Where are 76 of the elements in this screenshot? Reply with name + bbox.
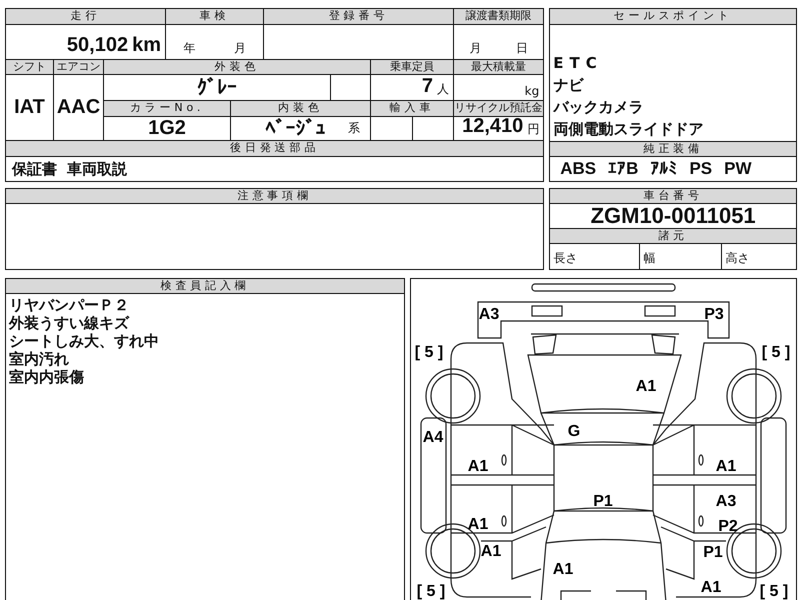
damage-code: A4 (422, 429, 444, 446)
column-header: 譲渡書類期限 (454, 9, 544, 24)
equipment-item: ABS (560, 159, 596, 179)
spec-label: 高さ (725, 250, 750, 267)
column-header: 輸入車 (371, 101, 453, 116)
column-header: 走行 (6, 9, 165, 24)
damage-code: A1 (700, 579, 722, 596)
sales-point: 両側電動スライドドア (553, 119, 704, 140)
damage-code: A1 (468, 458, 488, 475)
unit-label: km (132, 34, 161, 57)
recycling-deposit-value: 12,410 (462, 115, 524, 138)
interior-color-value: ﾍﾞｰｼﾞｭ (266, 116, 326, 140)
column-header: 後日発送部品 (6, 141, 544, 156)
part-item: 保証書 (12, 160, 57, 178)
equipment-item: ｴｱB (608, 159, 638, 179)
section-header: 純正装備 (550, 142, 796, 156)
damage-code: [ 5 ] (416, 583, 446, 600)
color-number-value: 1G2 (148, 117, 186, 140)
damage-code: P1 (593, 493, 613, 510)
damage-code: A1 (636, 378, 656, 395)
damage-code: A1 (480, 543, 502, 560)
column-header: シフト (6, 60, 53, 74)
unit-label: 日 (516, 40, 528, 57)
unit-label: 年 (183, 40, 196, 57)
damage-code: P3 (704, 306, 724, 323)
sales-point: ETC (553, 53, 604, 74)
sales-point: ナビ (553, 75, 585, 96)
mileage-value: 50,102 (66, 34, 128, 57)
unit-label: kg (524, 84, 540, 98)
sales-point: バックカメラ (553, 97, 644, 118)
unit-label: 人 (437, 81, 449, 98)
section-header: 諸元 (550, 229, 796, 243)
spec-label: 長さ (553, 250, 578, 267)
unit-label: 月 (234, 40, 246, 57)
inspector-note: シートしみ大、すれ中 (9, 332, 159, 350)
damage-code: A3 (716, 493, 736, 510)
column-header: 最大積載量 (454, 60, 544, 74)
column-header: 車検 (166, 9, 263, 24)
damage-code: P2 (718, 518, 738, 535)
damage-code: A3 (478, 306, 500, 323)
aircon-value: AAC (56, 96, 100, 119)
inspector-note: 室内汚れ (9, 350, 69, 368)
damage-code: A1 (468, 516, 488, 533)
column-header: エアコン (54, 60, 103, 74)
unit-label: 系 (348, 120, 360, 137)
damage-code: G (568, 423, 580, 440)
part-item: 車両取説 (67, 160, 127, 178)
section-header: セールスポイント (550, 9, 796, 24)
damage-code: [ 5 ] (760, 583, 788, 600)
column-header: 内装色 (231, 101, 370, 116)
damage-code: A1 (716, 458, 736, 475)
inspector-note: 室内内張傷 (9, 368, 84, 386)
damage-code: [ 5 ] (414, 344, 444, 361)
damage-code: A1 (552, 561, 574, 578)
column-header: カラーNo. (104, 101, 230, 116)
shift-value: IAT (14, 96, 45, 119)
equipment-item: PW (724, 159, 752, 179)
equipment-item: PS (689, 159, 712, 179)
chassis-number: ZGM10-0011051 (590, 203, 756, 229)
section-header: 注意事項欄 (6, 189, 544, 203)
column-header: 乗車定員 (371, 60, 453, 74)
section-header: 検査員記入欄 (6, 279, 404, 293)
damage-code: P1 (703, 544, 723, 561)
column-header: 外装色 (104, 60, 370, 74)
inspector-note: リヤバンパーＰ２ (9, 296, 129, 314)
inspector-note: 外装うすい線キズ (9, 314, 129, 332)
spec-label: 幅 (643, 250, 656, 267)
capacity-value: 7 (422, 75, 433, 98)
equipment-item: ｱﾙﾐ (650, 159, 678, 179)
damage-code: [ 5 ] (762, 344, 790, 361)
unit-label: 円 (527, 121, 540, 138)
column-header: 登録番号 (264, 9, 453, 24)
section-header: 車台番号 (550, 189, 796, 203)
column-header: リサイクル預託金 (454, 101, 544, 116)
unit-label: 月 (469, 40, 482, 57)
exterior-color-value: ｸﾞﾚｰ (197, 76, 237, 100)
